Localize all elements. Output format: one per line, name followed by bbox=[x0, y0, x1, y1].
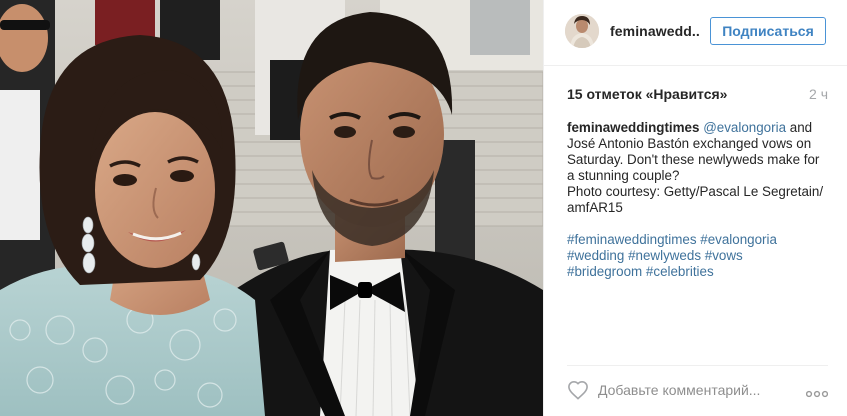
hashtag-link[interactable]: #wedding bbox=[567, 248, 624, 263]
avatar-image bbox=[565, 14, 599, 48]
instagram-post: feminawedd.. Подписаться 15 отметок «Нра… bbox=[0, 0, 847, 416]
ellipsis-icon[interactable] bbox=[805, 385, 829, 398]
caption-text-1: and bbox=[786, 120, 813, 135]
hashtag-link[interactable]: #newlyweds bbox=[628, 248, 701, 263]
hashtag-link[interactable]: #evalongoria bbox=[700, 232, 777, 247]
comment-input[interactable] bbox=[598, 377, 798, 403]
hashtag-link[interactable]: #vows bbox=[705, 248, 743, 263]
author-username[interactable]: feminawedd.. bbox=[610, 23, 700, 39]
caption-username[interactable]: feminaweddingtimes bbox=[567, 120, 699, 135]
caption-line-1: feminaweddingtimes @evalongoria and bbox=[567, 120, 829, 136]
hashtag-link[interactable]: #feminaweddingtimes bbox=[567, 232, 697, 247]
caption-line-3: Saturday. Don't these newlyweds make for bbox=[567, 152, 820, 167]
post-photo[interactable] bbox=[0, 0, 543, 416]
hashtag-line-2: #wedding #newlyweds #vows bbox=[567, 248, 829, 264]
hashtag-line-3: #bridegroom #celebrities bbox=[567, 264, 829, 280]
hashtag-link[interactable]: #bridegroom bbox=[567, 264, 642, 279]
post-photo-illustration bbox=[0, 0, 543, 416]
comment-bar bbox=[567, 365, 829, 416]
caption-line-5: Photo courtesy: Getty/Pascal Le Segretai… bbox=[567, 184, 824, 199]
post-caption: feminaweddingtimes @evalongoria and José… bbox=[567, 120, 829, 280]
post-header: feminawedd.. Подписаться bbox=[544, 0, 847, 66]
hashtag-line-1: #feminaweddingtimes #evalongoria bbox=[567, 232, 829, 248]
mention-link[interactable]: @evalongoria bbox=[703, 120, 786, 135]
caption-line-4: a stunning couple? bbox=[567, 168, 680, 183]
heart-outline-icon[interactable] bbox=[567, 380, 589, 400]
post-timestamp[interactable]: 2 ч bbox=[809, 86, 828, 102]
hashtag-link[interactable]: #celebrities bbox=[646, 264, 714, 279]
likes-count[interactable]: 15 отметок «Нравится» bbox=[567, 86, 727, 102]
follow-button[interactable]: Подписаться bbox=[710, 17, 826, 45]
caption-line-6: amfAR15 bbox=[567, 200, 623, 215]
post-side-panel: feminawedd.. Подписаться 15 отметок «Нра… bbox=[543, 0, 847, 416]
author-avatar[interactable] bbox=[565, 14, 599, 48]
caption-line-2: José Antonio Bastón exchanged vows on bbox=[567, 136, 812, 151]
